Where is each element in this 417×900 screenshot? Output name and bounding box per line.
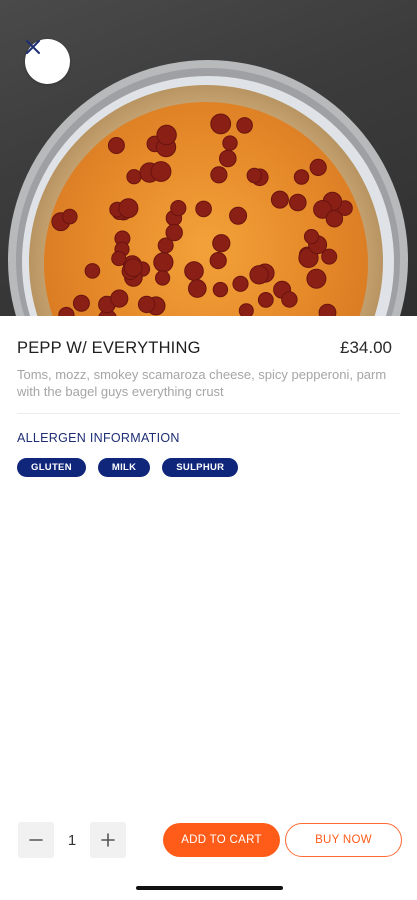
decrease-quantity-button[interactable]	[18, 822, 54, 858]
pepperoni-slice	[212, 234, 231, 253]
pepperoni-slice	[62, 208, 78, 225]
pepperoni-slice	[195, 200, 212, 218]
pepperoni-slice	[246, 167, 263, 184]
close-icon	[26, 40, 40, 54]
allergen-badge-gluten: GLUTEN	[17, 458, 86, 477]
pepperoni-slice	[153, 252, 174, 273]
product-image	[0, 0, 417, 316]
close-button[interactable]	[25, 39, 70, 84]
pepperoni-slice	[309, 158, 327, 176]
increase-quantity-button[interactable]	[90, 822, 126, 858]
pepperoni-slice	[257, 292, 274, 308]
pepperoni-slice	[293, 169, 310, 185]
pepperoni-slice	[184, 261, 204, 281]
pepperoni-slice	[318, 303, 337, 316]
pepperoni-slice	[325, 210, 344, 228]
pepperoni-slice	[137, 295, 156, 314]
cart-footer: 1 ADD TO CART BUY NOW	[0, 822, 417, 858]
pepperoni-slice	[155, 270, 171, 286]
buy-now-button[interactable]: BUY NOW	[285, 823, 402, 857]
title-row: PEPP W/ EVERYTHING £34.00	[17, 338, 392, 358]
pepperoni-slice	[236, 117, 253, 134]
pepperoni-slice	[157, 237, 174, 254]
allergen-badge-milk: MILK	[97, 458, 151, 477]
pepperoni-slice	[229, 206, 248, 225]
pepperoni-slice	[212, 281, 229, 298]
pepperoni-slice	[107, 137, 125, 154]
pepperoni-slice	[238, 303, 254, 316]
pepperoni-slice	[210, 166, 228, 184]
pepperoni-slice	[249, 265, 269, 285]
pepperoni-slice	[281, 291, 298, 308]
allergen-badge-sulphur: SULPHUR	[162, 458, 239, 477]
pepperoni-slice	[110, 289, 129, 308]
pepperoni-slice	[306, 268, 327, 289]
pepperoni-slice	[289, 193, 307, 212]
pepperoni-slice	[156, 124, 177, 146]
pepperoni-slice	[270, 190, 289, 209]
home-indicator	[136, 886, 283, 890]
pepperoni-slice	[232, 275, 249, 292]
pepperoni-slice	[222, 135, 238, 151]
minus-icon	[29, 839, 43, 841]
pepperoni-slice	[150, 161, 172, 182]
pepperoni-slice	[188, 279, 207, 298]
pepperoni-slice	[170, 200, 187, 217]
add-to-cart-button[interactable]: ADD TO CART	[163, 823, 280, 857]
pepperoni-slice	[303, 229, 320, 245]
pepperoni-slice	[72, 294, 90, 312]
allergen-list: GLUTEN MILK SULPHUR	[17, 458, 239, 477]
quantity-value: 1	[67, 831, 77, 849]
pepperoni-slice	[84, 263, 101, 279]
pepperoni-slice	[123, 258, 143, 278]
pepperoni-slice	[118, 198, 139, 219]
pepperoni-slice	[210, 113, 232, 135]
pepperoni-slice	[219, 149, 237, 168]
pepperoni-slice	[126, 169, 142, 185]
plus-icon	[101, 833, 115, 847]
product-description: Toms, mozz, smokey scamaroza cheese, spi…	[17, 367, 387, 399]
product-price: £34.00	[340, 338, 392, 357]
product-name: PEPP W/ EVERYTHING	[17, 338, 201, 357]
pepperoni-slice	[111, 250, 127, 267]
divider	[17, 413, 400, 414]
pepperoni-slice	[321, 248, 338, 265]
pepperoni-slice	[209, 252, 227, 270]
allergen-title: ALLERGEN INFORMATION	[17, 431, 180, 445]
